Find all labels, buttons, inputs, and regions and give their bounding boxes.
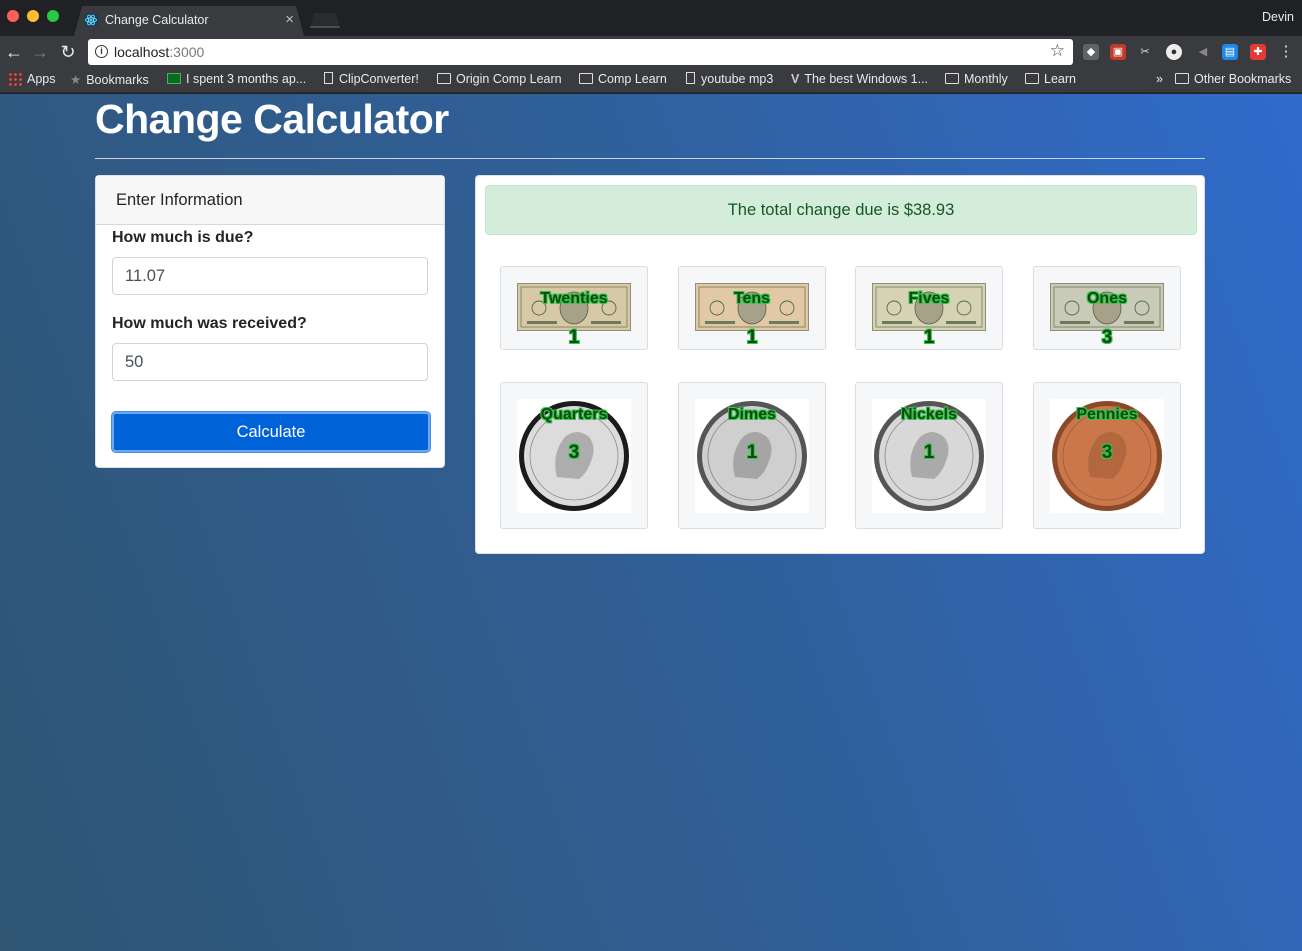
new-tab-button[interactable] xyxy=(310,13,340,28)
fives-tile: Fives 1 xyxy=(855,266,1003,350)
tens-tile: Tens 1 xyxy=(678,266,826,350)
input-card: Enter Information How much is due? How m… xyxy=(95,175,445,468)
results-card: The total change due is $38.93 Twenties 1… xyxy=(475,175,1205,554)
apps-grid-icon xyxy=(8,72,22,86)
menu-dots-icon[interactable]: ⋮ xyxy=(1278,44,1294,60)
forward-arrow-icon[interactable]: → xyxy=(30,42,50,62)
puzzle-extension-icon[interactable]: ✚ xyxy=(1250,44,1266,60)
folder-icon xyxy=(1175,73,1189,84)
minimize-window-button[interactable] xyxy=(27,10,39,22)
scissors-icon[interactable]: ✂ xyxy=(1137,44,1153,60)
bookmark-origin-comp-learn[interactable]: Origin Comp Learn xyxy=(437,72,562,90)
folder-icon xyxy=(1025,73,1039,84)
address-bar[interactable]: i localhost:3000 ☆ xyxy=(88,39,1073,65)
dimes-tile: Dimes 1 xyxy=(678,382,826,529)
folder-icon xyxy=(437,73,451,84)
page-title: Change Calculator xyxy=(95,96,449,142)
tab-title: Change Calculator xyxy=(105,13,209,27)
browser-toolbar: ← → ↻ i localhost:3000 ☆ ◆ ▣ ✂ ● ◀ ▤ ✚ ⋮ xyxy=(0,36,1302,68)
pennies-tile: Pennies 3 xyxy=(1033,382,1181,529)
amount-due-label: How much is due? xyxy=(112,229,254,246)
pennies-label: Pennies xyxy=(1076,406,1138,423)
folder-icon xyxy=(579,73,593,84)
ones-count: 3 xyxy=(1101,327,1113,348)
bookmark-monthly[interactable]: Monthly xyxy=(945,72,1008,90)
page-icon xyxy=(686,72,695,84)
bookmark-best-windows[interactable]: V The best Windows 1... xyxy=(791,72,928,90)
input-card-header: Enter Information xyxy=(96,176,444,225)
bookmark-learn[interactable]: Learn xyxy=(1025,72,1076,90)
close-window-button[interactable] xyxy=(7,10,19,22)
bookmark-clipconverter[interactable]: ClipConverter! xyxy=(322,72,419,90)
amount-due-input[interactable] xyxy=(112,257,428,295)
bookmark-apps[interactable]: Apps xyxy=(8,72,56,90)
twenties-tile: Twenties 1 xyxy=(500,266,648,350)
zoom-window-button[interactable] xyxy=(47,10,59,22)
folder-icon xyxy=(945,73,959,84)
bookmark-other-bookmarks[interactable]: Other Bookmarks xyxy=(1175,72,1291,90)
browser-tab[interactable]: Change Calculator × xyxy=(74,6,304,36)
amount-received-input[interactable] xyxy=(112,343,428,381)
megaphone-icon[interactable]: ◀ xyxy=(1195,44,1211,60)
quarters-count: 3 xyxy=(568,442,580,463)
back-arrow-icon[interactable]: ← xyxy=(4,42,24,62)
reader-extension-icon[interactable]: ▤ xyxy=(1222,44,1238,60)
site-icon xyxy=(167,73,181,84)
bookmarks-overflow-button[interactable]: » xyxy=(1156,72,1163,90)
extension-icon[interactable]: ▣ xyxy=(1110,44,1126,60)
url-text: localhost:3000 xyxy=(114,44,205,60)
twenties-label: Twenties xyxy=(540,290,608,307)
bookmarks-bar: Apps ★ Bookmarks I spent 3 months ap... C… xyxy=(0,68,1302,93)
nickels-label: Nickels xyxy=(900,406,958,423)
nickels-tile: Nickels 1 xyxy=(855,382,1003,529)
browser-titlebar: Change Calculator × Devin xyxy=(0,0,1302,36)
nickels-count: 1 xyxy=(923,442,935,463)
circle-extension-icon[interactable]: ● xyxy=(1166,44,1182,60)
bookmark-bookmarks[interactable]: ★ Bookmarks xyxy=(70,72,149,90)
ones-tile: Ones 3 xyxy=(1033,266,1181,350)
site-info-icon[interactable]: i xyxy=(95,45,108,58)
bookmark-comp-learn[interactable]: Comp Learn xyxy=(579,72,667,90)
page-icon xyxy=(324,72,333,84)
fives-label: Fives xyxy=(908,290,950,307)
dimes-label: Dimes xyxy=(727,406,777,423)
ones-label: Ones xyxy=(1086,290,1127,307)
quarters-label: Quarters xyxy=(540,406,608,423)
tab-close-icon[interactable]: × xyxy=(285,11,294,28)
bookmark-i-spent[interactable]: I spent 3 months ap... xyxy=(167,72,306,90)
fives-count: 1 xyxy=(923,327,935,348)
bookmark-star-icon[interactable]: ☆ xyxy=(1050,41,1065,61)
quarters-tile: Quarters 3 xyxy=(500,382,648,529)
dimes-count: 1 xyxy=(746,442,758,463)
react-logo-icon xyxy=(84,13,98,27)
calculate-button[interactable]: Calculate xyxy=(112,412,430,452)
pennies-count: 3 xyxy=(1101,442,1113,463)
bookmark-youtube-mp3[interactable]: youtube mp3 xyxy=(684,72,773,90)
twenties-count: 1 xyxy=(568,327,580,348)
total-change-alert: The total change due is $38.93 xyxy=(485,185,1197,235)
tens-label: Tens xyxy=(733,290,771,307)
star-icon: ★ xyxy=(70,73,82,87)
amount-received-label: How much was received? xyxy=(112,315,307,332)
site-icon: V xyxy=(791,72,800,86)
page-viewport: Change Calculator Enter Information How … xyxy=(0,94,1302,951)
ublock-icon[interactable]: ◆ xyxy=(1083,44,1099,60)
title-divider xyxy=(95,158,1205,159)
tens-count: 1 xyxy=(746,327,758,348)
reload-icon[interactable]: ↻ xyxy=(58,42,78,62)
profile-name[interactable]: Devin xyxy=(1262,10,1294,24)
